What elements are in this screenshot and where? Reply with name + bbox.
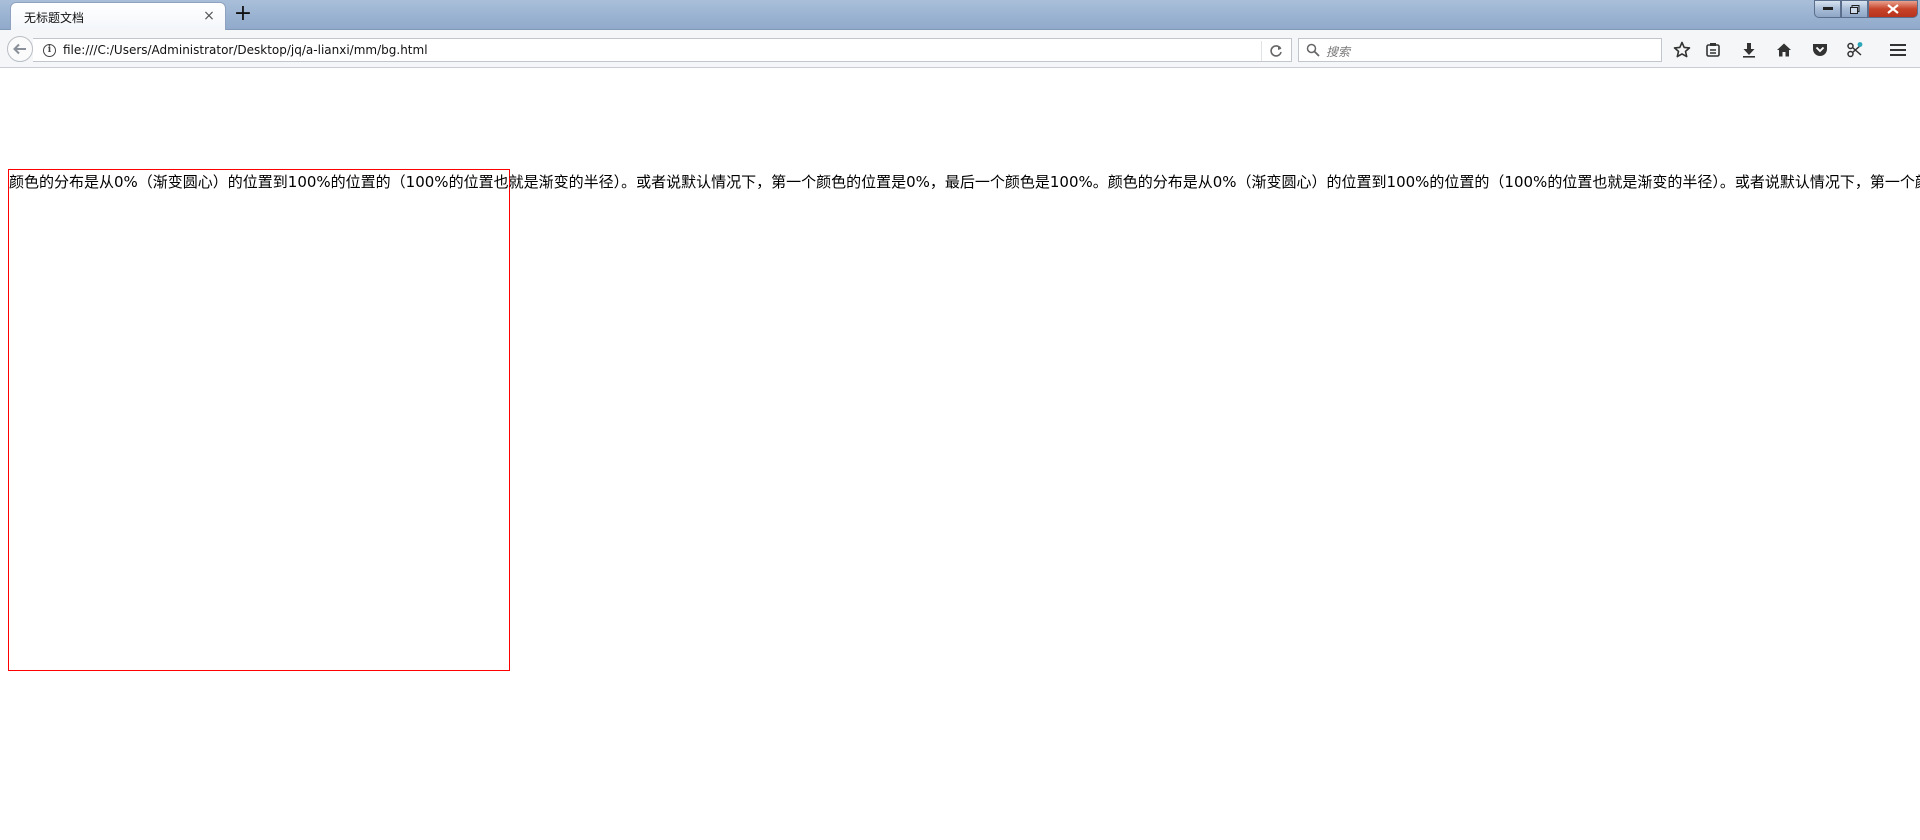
- window-controls: [1814, 0, 1920, 19]
- home-icon[interactable]: [1774, 40, 1794, 60]
- minimize-button[interactable]: [1814, 0, 1841, 18]
- minimize-icon: [1822, 7, 1833, 10]
- star-icon[interactable]: [1672, 40, 1692, 60]
- menu-icon[interactable]: [1888, 40, 1908, 60]
- close-window-button[interactable]: [1868, 0, 1918, 18]
- info-icon[interactable]: i: [43, 44, 56, 57]
- back-button[interactable]: [7, 36, 33, 62]
- page-viewport: 颜色的分布是从0%（渐变圆心）的位置到100%的位置的（100%的位置也就是渐变…: [0, 69, 1920, 840]
- pocket-icon[interactable]: [1810, 40, 1830, 60]
- search-icon: [1306, 43, 1320, 57]
- close-icon: [1887, 4, 1899, 14]
- tab-title: 无标题文档: [24, 11, 85, 25]
- new-tab-button[interactable]: +: [232, 3, 254, 25]
- back-arrow-icon: [13, 43, 26, 55]
- tab-close-icon[interactable]: ×: [201, 8, 217, 24]
- reload-button[interactable]: [1261, 41, 1289, 61]
- maximize-button[interactable]: [1841, 0, 1868, 18]
- reload-icon: [1269, 45, 1282, 57]
- search-bar[interactable]: 搜索: [1298, 38, 1662, 62]
- screenshot-icon[interactable]: [1845, 40, 1865, 60]
- navigation-bar: i file:///C:/Users/Administrator/Desktop…: [0, 30, 1920, 68]
- title-bar: 无标题文档 × +: [0, 0, 1920, 30]
- overflow-text: 颜色的分布是从0%（渐变圆心）的位置到100%的位置的（100%的位置也就是渐变…: [9, 173, 1920, 191]
- reading-list-icon[interactable]: [1703, 40, 1723, 60]
- bordered-box: 颜色的分布是从0%（渐变圆心）的位置到100%的位置的（100%的位置也就是渐变…: [8, 169, 1920, 671]
- search-input[interactable]: 搜索: [1326, 43, 1350, 60]
- url-text[interactable]: file:///C:/Users/Administrator/Desktop/j…: [63, 43, 428, 57]
- download-icon[interactable]: [1739, 40, 1759, 60]
- url-bar[interactable]: i file:///C:/Users/Administrator/Desktop…: [33, 38, 1292, 62]
- browser-tab[interactable]: 无标题文档 ×: [10, 2, 226, 30]
- restore-icon: [1849, 4, 1859, 14]
